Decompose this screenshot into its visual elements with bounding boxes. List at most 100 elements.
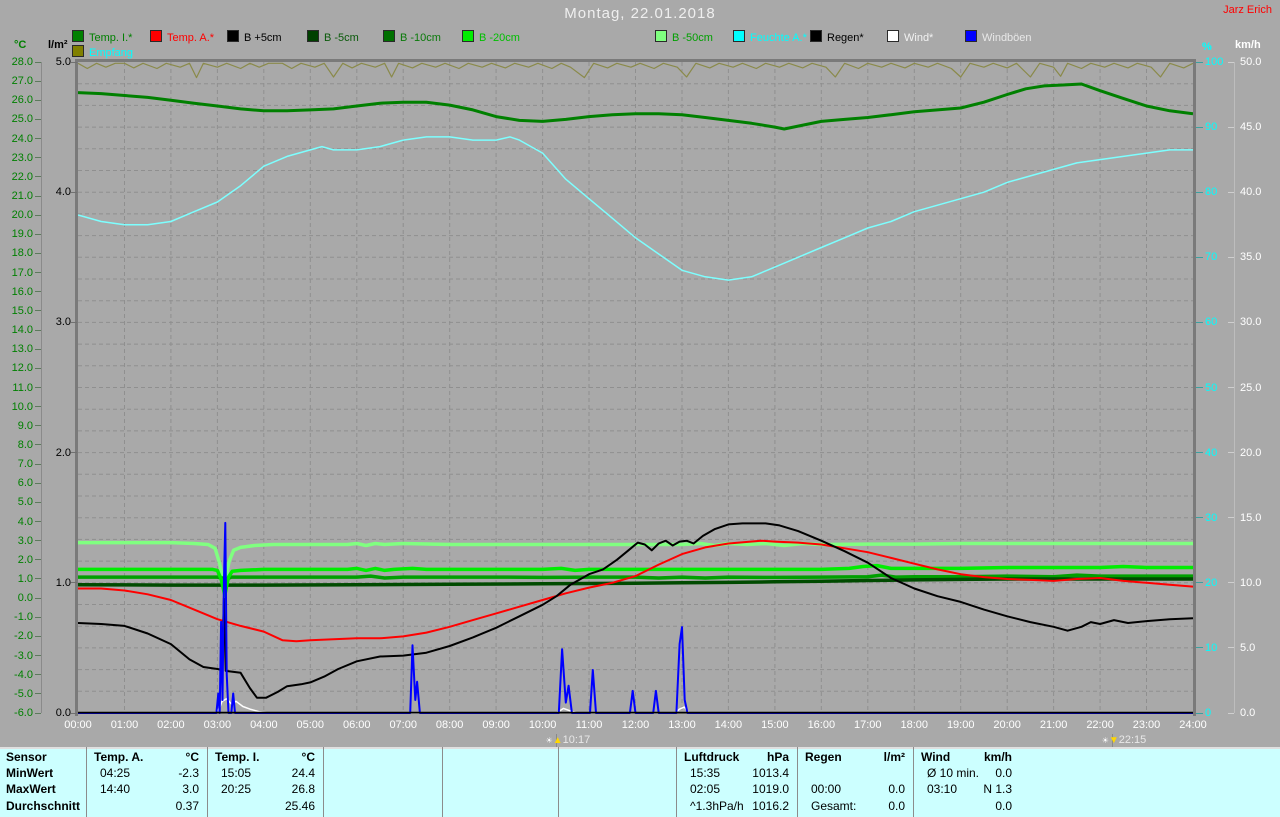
x-axis-tick-label: 22:00	[1077, 719, 1123, 731]
c-axis-tick	[35, 559, 41, 560]
c-axis-tick	[35, 81, 41, 82]
lm2-axis-tick	[71, 322, 77, 323]
kmh-axis-tick	[1228, 713, 1234, 714]
pct-axis-tick	[1196, 387, 1203, 388]
legend-swatch-icon	[72, 45, 84, 57]
legend-item-regen-: Regen*	[810, 30, 864, 43]
c-axis-tick-label: 8.0	[0, 439, 33, 451]
legend-item-empfang: Empfang	[72, 45, 133, 58]
stats-cell-value: -2.3	[86, 766, 199, 780]
stats-column-divider	[558, 747, 559, 817]
kmh-axis-tick	[1228, 387, 1234, 388]
kmh-axis-tick-label: 50.0	[1240, 56, 1276, 68]
weather-dashboard: Montag, 22.01.2018 Jarz Erich °C l/m² % …	[0, 0, 1280, 817]
lm2-axis-tick-label: 3.0	[38, 316, 71, 328]
c-axis-tick	[35, 349, 41, 350]
c-axis-tick	[35, 483, 41, 484]
stats-row-label: Durchschnitt	[6, 799, 80, 813]
kmh-axis-tick-label: 45.0	[1240, 121, 1276, 133]
c-axis-tick	[35, 138, 41, 139]
c-axis-tick-label: 2.0	[0, 554, 33, 566]
legend-label: Wind*	[904, 32, 933, 44]
kmh-axis-tick	[1228, 257, 1234, 258]
stats-cell-value: 24.4	[207, 766, 315, 780]
time-marker: ☀▼22:15	[1102, 734, 1147, 746]
c-axis-tick	[35, 119, 41, 120]
legend-label: B -5cm	[324, 32, 359, 44]
x-axis-tick-label: 11:00	[566, 719, 612, 731]
stats-cell-value: 3.0	[86, 782, 199, 796]
c-axis-tick	[35, 598, 41, 599]
marker-time-label: 22:15	[1119, 734, 1147, 746]
c-axis-tick-label: -5.0	[0, 688, 33, 700]
marker-down-icon: ▼	[1109, 735, 1119, 746]
legend-item-b-5cm: B +5cm	[227, 30, 282, 43]
x-axis-tick-label: 12:00	[613, 719, 659, 731]
kmh-axis-tick	[1228, 517, 1234, 518]
weather-chart	[78, 62, 1193, 715]
c-axis-tick-label: 25.0	[0, 113, 33, 125]
kmh-axis-tick	[1228, 322, 1234, 323]
legend-item-b-50cm: B -50cm	[655, 30, 713, 43]
kmh-axis-tick	[1228, 192, 1234, 193]
x-axis-tick-label: 16:00	[798, 719, 844, 731]
kmh-axis-tick	[1228, 647, 1234, 648]
c-axis-tick	[35, 215, 41, 216]
pct-axis-tick	[1196, 713, 1203, 714]
legend-label: Temp. I.*	[89, 32, 132, 44]
x-axis-tick-label: 03:00	[194, 719, 240, 731]
marker-up-icon: ▲	[553, 735, 563, 746]
c-axis-tick-label: 23.0	[0, 152, 33, 164]
stats-cell-value: 0.0	[797, 799, 905, 813]
c-axis-tick-label: 10.0	[0, 401, 33, 413]
kmh-axis-rail	[1234, 62, 1235, 713]
c-axis-tick-label: 21.0	[0, 190, 33, 202]
x-axis-tick-label: 19:00	[938, 719, 984, 731]
kmh-axis-tick	[1228, 452, 1234, 453]
x-axis-tick-label: 09:00	[473, 719, 519, 731]
x-axis-tick-label: 05:00	[287, 719, 333, 731]
legend-item-wind-: Wind*	[887, 30, 933, 43]
x-axis-tick-label: 15:00	[752, 719, 798, 731]
c-axis-tick	[35, 502, 41, 503]
legend-item-feuchte-a-: Feuchte A.*	[733, 30, 807, 43]
kmh-axis-tick-label: 5.0	[1240, 642, 1276, 654]
stats-cell-value: 1016.2	[676, 799, 789, 813]
c-axis-tick-label: -2.0	[0, 630, 33, 642]
x-axis-tick-label: 07:00	[380, 719, 426, 731]
x-axis-tick-label: 06:00	[334, 719, 380, 731]
stats-column-unit: km/h	[913, 750, 1012, 764]
c-axis-tick-label: -6.0	[0, 707, 33, 719]
x-axis-tick-label: 14:00	[705, 719, 751, 731]
c-axis-tick-label: 9.0	[0, 420, 33, 432]
c-axis-tick	[35, 100, 41, 101]
stats-cell-value: 0.0	[913, 766, 1012, 780]
legend-item-windb-en: Windböen	[965, 30, 1032, 43]
c-axis-tick-label: 15.0	[0, 305, 33, 317]
c-axis-tick-label: 26.0	[0, 94, 33, 106]
stats-cell-value: 0.0	[797, 782, 905, 796]
c-axis-tick	[35, 425, 41, 426]
percent-axis-unit: %	[1202, 41, 1212, 53]
c-axis-tick	[35, 674, 41, 675]
legend-item-temp-a-: Temp. A.*	[150, 30, 214, 43]
legend-swatch-icon	[887, 30, 899, 42]
stats-cell-value: 25.46	[207, 799, 315, 813]
c-axis-tick-label: 5.0	[0, 496, 33, 508]
c-axis-tick-label: -3.0	[0, 650, 33, 662]
lm2-axis-tick	[71, 62, 77, 63]
c-axis-tick-label: 20.0	[0, 209, 33, 221]
x-axis-tick-label: 08:00	[427, 719, 473, 731]
c-axis-tick-label: 14.0	[0, 324, 33, 336]
kmh-axis-tick-label: 25.0	[1240, 382, 1276, 394]
c-axis-tick-label: 18.0	[0, 247, 33, 259]
legend-item-b-10cm: B -10cm	[383, 30, 441, 43]
x-axis-tick-label: 10:00	[520, 719, 566, 731]
x-axis-tick-label: 00:00	[55, 719, 101, 731]
kmh-axis-tick-label: 10.0	[1240, 577, 1276, 589]
c-axis-tick	[35, 234, 41, 235]
c-axis-tick-label: 27.0	[0, 75, 33, 87]
lm2-axis-unit: l/m²	[48, 39, 68, 51]
c-axis-rail	[41, 62, 42, 713]
legend-item-temp-i-: Temp. I.*	[72, 30, 132, 43]
